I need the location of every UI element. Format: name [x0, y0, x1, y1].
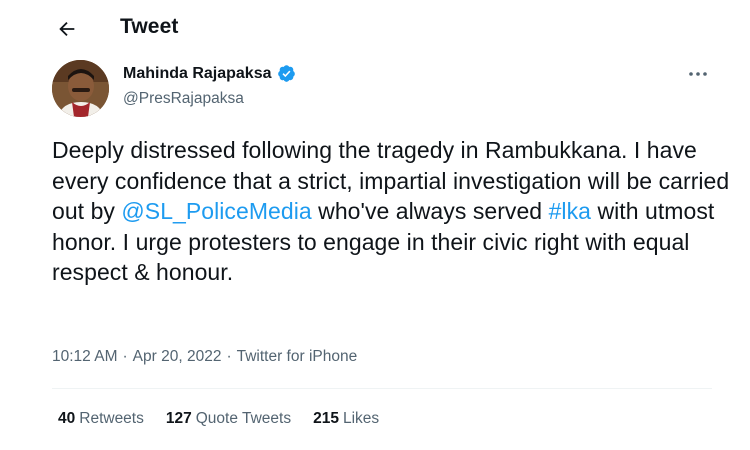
divider: [52, 388, 712, 389]
verified-badge-icon: [277, 64, 296, 83]
tweet-date[interactable]: Apr 20, 2022: [133, 348, 222, 366]
hashtag-link[interactable]: #lka: [549, 198, 591, 224]
page-title: Tweet: [120, 15, 179, 38]
author-row: Mahinda Rajapaksa @PresRajapaksa: [52, 60, 712, 120]
meta-separator: ·: [122, 348, 128, 365]
retweets-stat[interactable]: 40 Retweets: [58, 410, 144, 428]
likes-label: Likes: [342, 410, 380, 427]
header: Tweet: [0, 0, 750, 56]
quote-tweets-count: 127: [165, 410, 192, 427]
likes-count: 215: [313, 410, 339, 427]
tweet-page: Tweet Mahinda Rajapaksa @PresRajapaksa D…: [0, 0, 750, 450]
tweet-text: Deeply distressed following the tragedy …: [52, 135, 732, 288]
quote-tweets-label: Quote Tweets: [195, 410, 292, 427]
tweet-text-segment: who've always served: [311, 198, 549, 225]
retweets-count: 40: [58, 410, 76, 427]
tweet-source[interactable]: Twitter for iPhone: [237, 348, 358, 366]
retweets-label: Retweets: [79, 410, 144, 427]
avatar[interactable]: [52, 60, 109, 117]
mention-link[interactable]: @SL_PoliceMedia: [121, 198, 311, 224]
arrow-left-icon: [59, 21, 75, 37]
meta-separator: ·: [226, 348, 232, 365]
more-button[interactable]: [686, 64, 710, 84]
back-button[interactable]: [52, 14, 82, 44]
author-name[interactable]: Mahinda Rajapaksa: [123, 65, 272, 83]
tweet-meta: 10:12 AM · Apr 20, 2022 · Twitter for iP…: [52, 348, 357, 366]
more-dots-icon: [689, 72, 707, 76]
avatar-image: [52, 60, 109, 117]
author-handle[interactable]: @PresRajapaksa: [123, 90, 244, 108]
tweet-stats: 40 Retweets 127 Quote Tweets 215 Likes: [58, 410, 379, 428]
likes-stat[interactable]: 215 Likes: [313, 410, 379, 428]
quote-tweets-stat[interactable]: 127 Quote Tweets: [166, 410, 291, 428]
tweet-time[interactable]: 10:12 AM: [52, 348, 118, 366]
author-name-row: Mahinda Rajapaksa: [123, 64, 296, 83]
